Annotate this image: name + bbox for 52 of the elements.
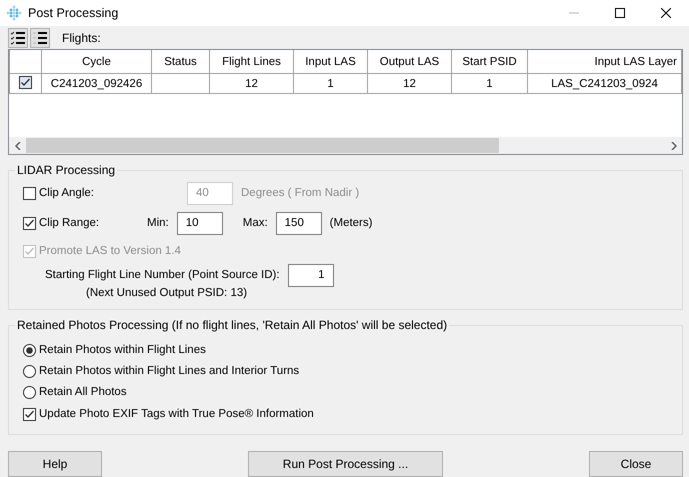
column-header[interactable]: Cycle: [42, 50, 152, 74]
min-label: Min:: [147, 217, 169, 229]
next-psid-note: (Next Unused Output PSID: 13): [86, 287, 248, 299]
max-field[interactable]: 150: [276, 212, 322, 234]
table-cell: 1: [452, 74, 528, 94]
group-title: Retained Photos Processing (If no flight lines, 'Retain All Photos' will be selected): [16, 318, 448, 332]
dialog-button[interactable]: Close: [589, 451, 683, 477]
list-icon: [33, 31, 47, 46]
start-line-field[interactable]: 1: [288, 264, 334, 286]
dialog-button[interactable]: Help: [8, 451, 102, 477]
flights-label: Flights:: [62, 31, 101, 46]
table-cell: 1: [294, 74, 368, 94]
column-header[interactable]: Input LAS Layer: [528, 50, 682, 74]
table-cell: LAS_C241203_0924: [528, 74, 682, 94]
dialog-button[interactable]: Run Post Processing ...: [248, 451, 443, 477]
column-header[interactable]: Flight Lines: [210, 50, 294, 74]
column-header[interactable]: Status: [152, 50, 210, 74]
unit-label: (Meters): [330, 217, 372, 229]
radio-button[interactable]: [23, 386, 36, 398]
table-cell: 12: [368, 74, 452, 94]
maximize-icon[interactable]: [615, 8, 625, 18]
checkbox-label: Clip Angle:: [39, 187, 95, 199]
app-logo-icon: [6, 5, 22, 21]
horizontal-scrollbar[interactable]: [9, 137, 682, 154]
table-cell: C241203_092426: [42, 74, 152, 94]
radio-button[interactable]: [23, 364, 36, 378]
radio-label: Retain Photos within Flight Lines: [39, 344, 206, 356]
min-field[interactable]: 10: [176, 212, 223, 234]
clip-angle-checkbox[interactable]: [23, 186, 36, 200]
column-header[interactable]: Output LAS: [368, 50, 452, 74]
uncheck-all-button[interactable]: [30, 28, 50, 48]
radio-button[interactable]: [23, 344, 36, 356]
checklist-icon: [11, 31, 25, 46]
check-all-button[interactable]: [8, 28, 28, 48]
column-header[interactable]: Input LAS: [294, 50, 368, 74]
column-header[interactable]: Start PSID: [452, 50, 528, 74]
checkbox-label: Promote LAS to Version 1.4: [39, 245, 181, 257]
checkbox-label: Clip Range:: [39, 217, 100, 229]
radio-label: Retain Photos within Flight Lines and Interior Turns: [39, 365, 300, 377]
group-title: LIDAR Processing: [16, 163, 116, 177]
scrollbar-thumb[interactable]: [26, 138, 499, 153]
clip-range-checkbox[interactable]: [23, 216, 36, 230]
max-label: Max:: [242, 217, 268, 229]
close-icon[interactable]: [661, 8, 671, 18]
table-cell: 12: [210, 74, 294, 94]
radio-label: Retain All Photos: [39, 386, 127, 398]
start-line-label: Starting Flight Line Number (Point Source ID):: [45, 269, 280, 281]
unit-label: Degrees ( From Nadir ): [241, 187, 360, 199]
row-checkbox[interactable]: [19, 76, 32, 89]
update-exif-checkbox[interactable]: [23, 408, 36, 420]
checkbox-label: Update Photo EXIF Tags with True Pose® Information: [39, 408, 314, 420]
window-title: Post Processing: [28, 6, 120, 20]
